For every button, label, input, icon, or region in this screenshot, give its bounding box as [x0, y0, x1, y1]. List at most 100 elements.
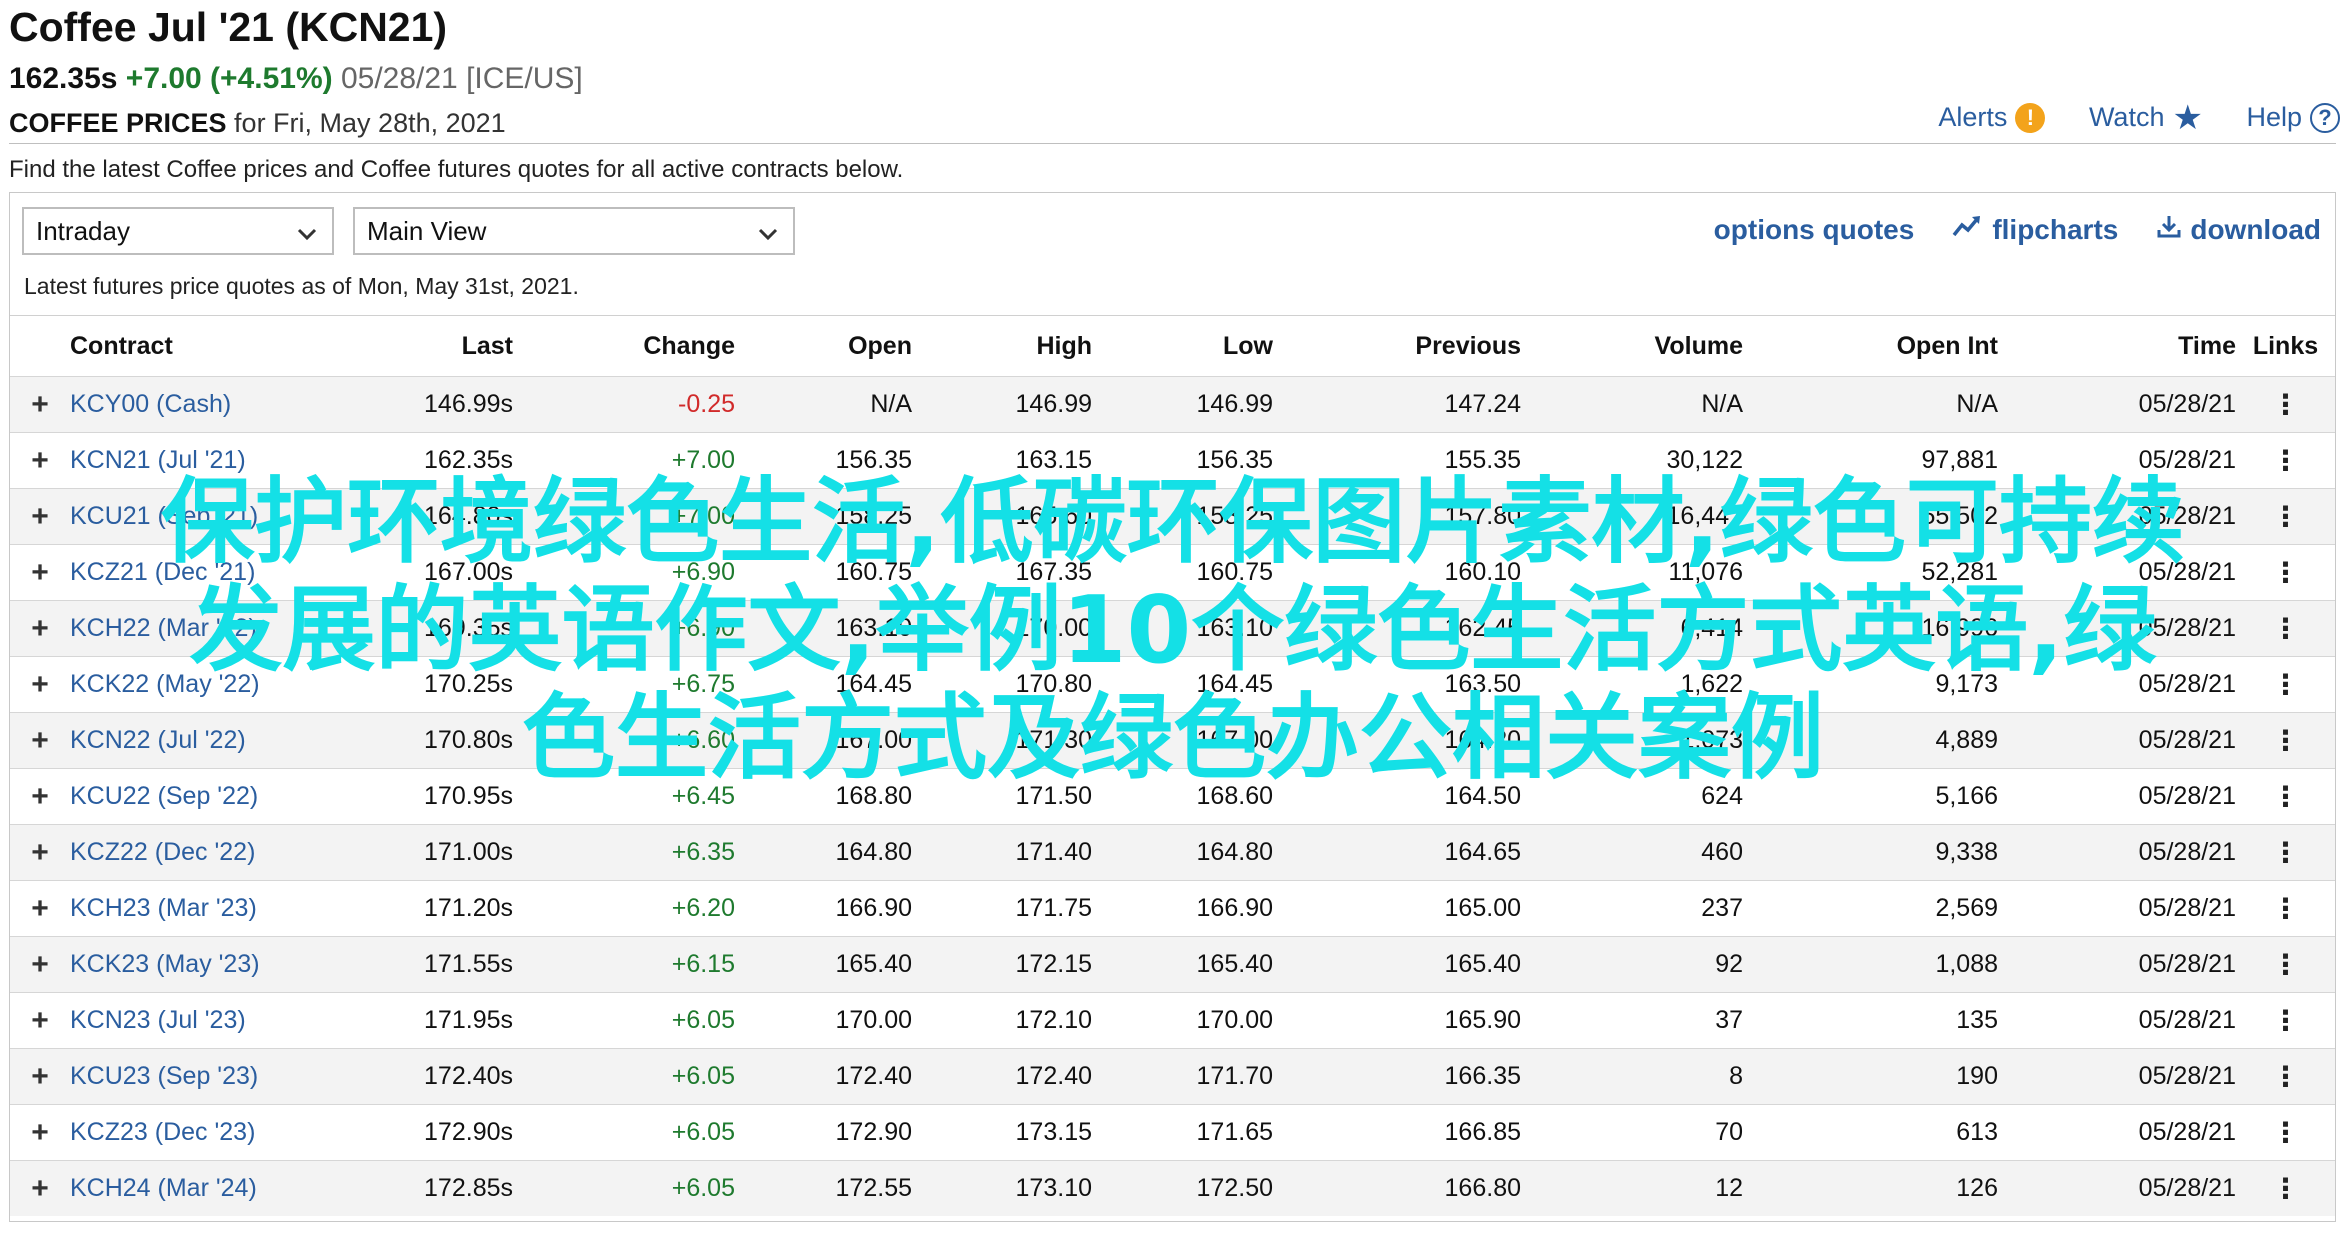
contract-cell[interactable]: KCY00 (Cash) — [70, 376, 290, 433]
contract-cell[interactable]: KCN23 (Jul '23) — [70, 992, 290, 1049]
column-header-change[interactable]: Change — [513, 315, 735, 377]
table-row: + KCU21 (Sep '21) 164.80s +7.00 158.25 165.60… — [10, 488, 2335, 545]
kebab-icon[interactable]: ⋮ — [2272, 1173, 2300, 1204]
contract-cell[interactable]: KCZ21 (Dec '21) — [70, 544, 290, 601]
open-cell: 168.80 — [735, 768, 912, 825]
volume-cell: 92 — [1521, 936, 1743, 993]
row-actions-cell[interactable]: ⋮ — [2236, 936, 2335, 993]
contract-cell[interactable]: KCZ22 (Dec '22) — [70, 824, 290, 881]
kebab-icon[interactable]: ⋮ — [2272, 613, 2300, 644]
kebab-icon[interactable]: ⋮ — [2272, 893, 2300, 924]
column-header-low[interactable]: Low — [1092, 315, 1273, 377]
kebab-icon[interactable]: ⋮ — [2272, 445, 2300, 476]
contract-cell[interactable]: KCU21 (Sep '21) — [70, 488, 290, 545]
high-cell: 171.75 — [912, 880, 1092, 937]
download-link[interactable]: download — [2156, 213, 2321, 246]
table-row: + KCN22 (Jul '22) 170.80s +6.60 167.00 171.30… — [10, 712, 2335, 769]
row-actions-cell[interactable]: ⋮ — [2236, 376, 2335, 433]
contract-cell[interactable]: KCH23 (Mar '23) — [70, 880, 290, 937]
open-cell: 166.90 — [735, 880, 912, 937]
time-cell: 05/28/21 — [1998, 1104, 2236, 1161]
row-actions-cell[interactable]: ⋮ — [2236, 1048, 2335, 1105]
column-header-open[interactable]: Open — [735, 315, 912, 377]
row-actions-cell[interactable]: ⋮ — [2236, 1160, 2335, 1216]
row-actions-cell[interactable]: ⋮ — [2236, 768, 2335, 825]
time-cell: 05/28/21 — [1998, 600, 2236, 657]
high-cell: 171.50 — [912, 768, 1092, 825]
kebab-icon[interactable]: ⋮ — [2272, 725, 2300, 756]
help-link[interactable]: Help ? — [2246, 102, 2340, 133]
row-actions-cell[interactable]: ⋮ — [2236, 992, 2335, 1049]
plus-icon[interactable]: + — [10, 544, 70, 601]
watch-link[interactable]: Watch ★ — [2089, 101, 2203, 135]
view-select[interactable]: Main View — [353, 207, 795, 255]
contract-cell[interactable]: KCK22 (May '22) — [70, 656, 290, 713]
plus-icon[interactable]: + — [10, 824, 70, 881]
row-actions-cell[interactable]: ⋮ — [2236, 824, 2335, 881]
plus-icon[interactable]: + — [10, 1160, 70, 1216]
previous-cell: 147.24 — [1273, 376, 1521, 433]
kebab-icon[interactable]: ⋮ — [2272, 949, 2300, 980]
plus-icon[interactable]: + — [10, 656, 70, 713]
column-header-time[interactable]: Time — [1998, 315, 2236, 377]
table-row: + KCU23 (Sep '23) 172.40s +6.05 172.40 172.40… — [10, 1048, 2335, 1105]
contract-cell[interactable]: KCN21 (Jul '21) — [70, 432, 290, 489]
high-cell: 171.40 — [912, 824, 1092, 881]
column-header-contract[interactable]: Contract — [70, 315, 290, 377]
plus-icon[interactable]: + — [10, 992, 70, 1049]
contract-cell[interactable]: KCZ23 (Dec '23) — [70, 1104, 290, 1161]
plus-icon[interactable]: + — [10, 1048, 70, 1105]
kebab-icon[interactable]: ⋮ — [2272, 389, 2300, 420]
column-header-volume[interactable]: Volume — [1521, 315, 1743, 377]
kebab-icon[interactable]: ⋮ — [2272, 557, 2300, 588]
row-actions-cell[interactable]: ⋮ — [2236, 544, 2335, 601]
kebab-icon[interactable]: ⋮ — [2272, 781, 2300, 812]
time-cell: 05/28/21 — [1998, 656, 2236, 713]
flipcharts-link[interactable]: flipcharts — [1952, 213, 2118, 246]
kebab-icon[interactable]: ⋮ — [2272, 1005, 2300, 1036]
kebab-icon[interactable]: ⋮ — [2272, 1061, 2300, 1092]
contract-cell[interactable]: KCH24 (Mar '24) — [70, 1160, 290, 1216]
change-cell: +7.00 — [513, 488, 735, 545]
kebab-icon[interactable]: ⋮ — [2272, 669, 2300, 700]
column-header-high[interactable]: High — [912, 315, 1092, 377]
prices-label: COFFEE PRICES — [9, 108, 227, 138]
row-actions-cell[interactable]: ⋮ — [2236, 656, 2335, 713]
plus-icon[interactable]: + — [10, 376, 70, 433]
plus-icon[interactable]: + — [10, 936, 70, 993]
row-actions-cell[interactable]: ⋮ — [2236, 488, 2335, 545]
contract-cell[interactable]: KCN22 (Jul '22) — [70, 712, 290, 769]
plus-icon[interactable]: + — [10, 1104, 70, 1161]
plus-icon[interactable]: + — [10, 600, 70, 657]
volume-cell: 1,073 — [1521, 712, 1743, 769]
contract-cell[interactable]: KCU23 (Sep '23) — [70, 1048, 290, 1105]
plus-icon[interactable]: + — [10, 880, 70, 937]
open-cell: 160.75 — [735, 544, 912, 601]
contract-cell[interactable]: KCK23 (May '23) — [70, 936, 290, 993]
row-actions-cell[interactable]: ⋮ — [2236, 880, 2335, 937]
plus-icon[interactable]: + — [10, 768, 70, 825]
open-int-cell: 4,889 — [1743, 712, 1998, 769]
row-actions-cell[interactable]: ⋮ — [2236, 712, 2335, 769]
row-actions-cell[interactable]: ⋮ — [2236, 600, 2335, 657]
plus-icon[interactable]: + — [10, 712, 70, 769]
period-select[interactable]: Intraday — [22, 207, 334, 255]
plus-icon[interactable]: + — [10, 488, 70, 545]
row-actions-cell[interactable]: ⋮ — [2236, 432, 2335, 489]
kebab-icon[interactable]: ⋮ — [2272, 1117, 2300, 1148]
time-cell: 05/28/21 — [1998, 880, 2236, 937]
plus-icon[interactable]: + — [10, 432, 70, 489]
options-quotes-link[interactable]: options quotes — [1714, 213, 1915, 246]
kebab-icon[interactable]: ⋮ — [2272, 501, 2300, 532]
contract-cell[interactable]: KCH22 (Mar '22) — [70, 600, 290, 657]
column-header-last[interactable]: Last — [290, 315, 513, 377]
alerts-link[interactable]: Alerts ! — [1938, 102, 2046, 133]
row-actions-cell[interactable]: ⋮ — [2236, 1104, 2335, 1161]
column-header-open-int[interactable]: Open Int — [1743, 315, 1998, 377]
column-header-previous[interactable]: Previous — [1273, 315, 1521, 377]
kebab-icon[interactable]: ⋮ — [2272, 837, 2300, 868]
table-row: + KCN23 (Jul '23) 171.95s +6.05 170.00 172.10… — [10, 992, 2335, 1049]
high-cell: 167.35 — [912, 544, 1092, 601]
contract-cell[interactable]: KCU22 (Sep '22) — [70, 768, 290, 825]
previous-cell: 160.10 — [1273, 544, 1521, 601]
